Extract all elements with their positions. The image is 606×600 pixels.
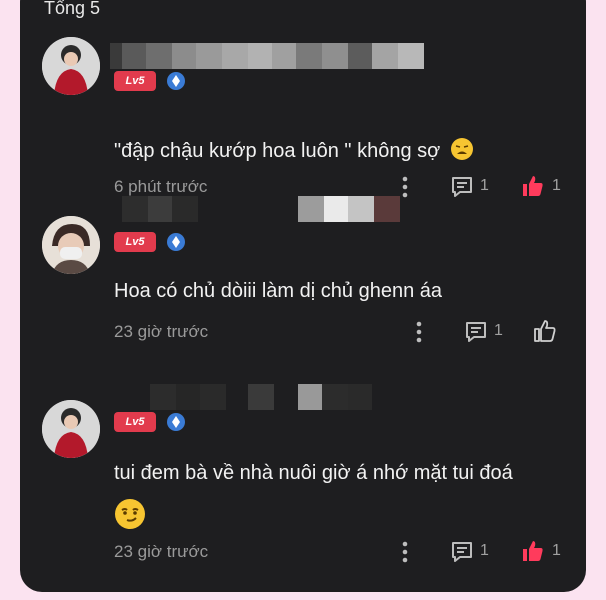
avatar[interactable]	[42, 37, 100, 95]
more-options-icon[interactable]	[400, 175, 410, 199]
more-options-icon[interactable]	[414, 320, 424, 344]
level-badge: Lv5	[114, 71, 156, 91]
comment-text: Hoa có chủ dòiii làm dị chủ ghenn áa	[114, 280, 442, 302]
avatar[interactable]	[42, 400, 100, 458]
reply-comment-icon[interactable]	[450, 540, 474, 564]
reply-count: 1	[494, 322, 503, 339]
verified-badge-icon	[167, 233, 185, 251]
more-options-icon[interactable]	[400, 540, 410, 564]
comment-item: Lv5 "đập chậu kướp hoa luôn " không sợ 6…	[20, 35, 586, 215]
comment-timestamp: 23 giờ trước	[114, 322, 209, 341]
avatar-image	[42, 400, 100, 458]
avatar-image	[42, 37, 100, 95]
tired-face-emoji-icon	[450, 138, 473, 160]
comments-panel: Tổng 5 Lv5 "đập chậu kướp hoa luôn " khô…	[20, 0, 586, 592]
avatar[interactable]	[42, 216, 100, 274]
level-badge: Lv5	[114, 412, 156, 432]
verified-badge-icon	[167, 413, 185, 431]
smirk-face-emoji-icon	[115, 499, 145, 529]
like-count: 1	[552, 177, 561, 194]
like-filled-icon[interactable]	[520, 539, 546, 563]
level-badge: Lv5	[114, 232, 156, 252]
verified-badge-icon	[167, 72, 185, 90]
reply-count: 1	[480, 177, 489, 194]
comment-timestamp: 23 giờ trước	[114, 542, 209, 561]
comment-item: Lv5 Hoa có chủ dòiii làm dị chủ ghenn áa…	[20, 196, 586, 394]
like-filled-icon[interactable]	[520, 174, 546, 198]
comment-text: "đập chậu kướp hoa luôn " không sợ	[114, 137, 474, 163]
comment-text-content: "đập chậu kướp hoa luôn " không sợ	[114, 140, 441, 162]
avatar-image	[42, 216, 100, 274]
like-outline-icon[interactable]	[532, 319, 558, 343]
reply-count: 1	[480, 542, 489, 559]
reply-comment-icon[interactable]	[464, 320, 488, 344]
comments-total-header: Tổng 5	[44, 0, 101, 18]
comment-text: tui đem bà về nhà nuôi giờ á nhớ mặt tui…	[114, 462, 513, 484]
like-count: 1	[552, 542, 561, 559]
reply-comment-icon[interactable]	[450, 175, 474, 199]
comment-timestamp: 6 phút trước	[114, 177, 208, 196]
comment-item: Lv5 tui đem bà về nhà nuôi giờ á nhớ mặt…	[20, 384, 586, 580]
